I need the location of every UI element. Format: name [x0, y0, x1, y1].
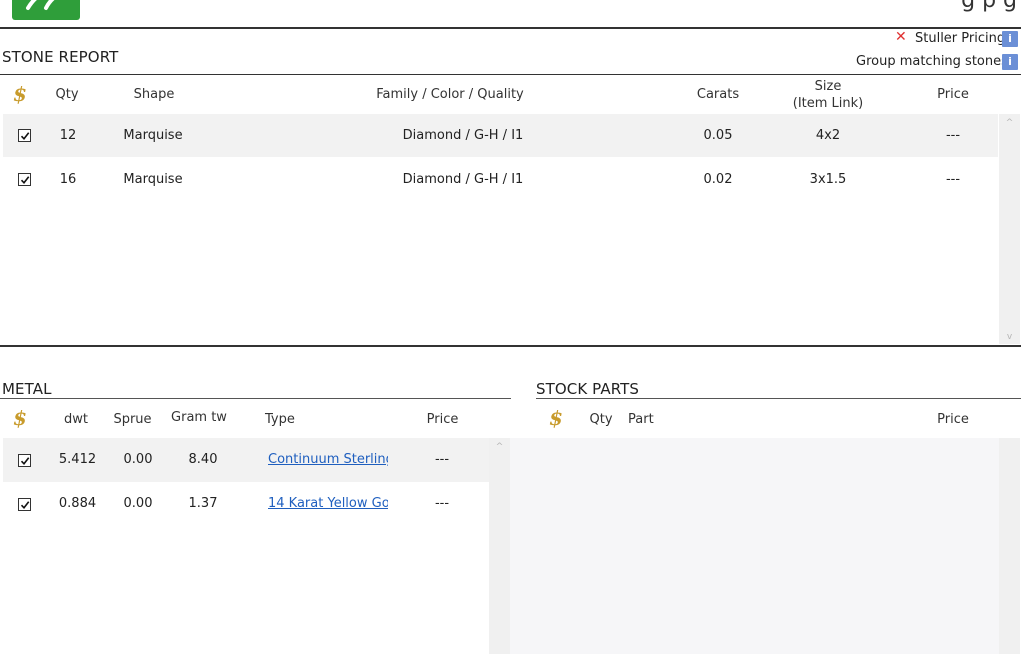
- metal-col-header-dwt: dwt: [64, 412, 88, 427]
- metal-row-gram-tw: 8.40: [188, 452, 218, 467]
- metal-col-header-sprue: Sprue: [113, 412, 152, 427]
- stone-list-scrollbar[interactable]: ^ v: [999, 114, 1020, 344]
- logo-mark-icon: [26, 0, 55, 10]
- col-header-carats: Carats: [696, 87, 740, 102]
- stuller-s-icon: $: [13, 82, 27, 106]
- stone-row-qty: 12: [59, 128, 77, 143]
- stuller-pricing-disabled-icon[interactable]: ✕: [895, 29, 907, 45]
- stone-row-size-link[interactable]: 4x2: [788, 128, 868, 143]
- col-header-size-line2: (Item Link): [792, 96, 864, 111]
- stone-row[interactable]: 12 Marquise Diamond / G-H / I1 0.05 4x2 …: [3, 114, 998, 157]
- checkmark-icon: [20, 175, 29, 184]
- stock-parts-list: [510, 438, 999, 654]
- metal-row-type-link[interactable]: Continuum Sterling: [268, 452, 388, 467]
- metal-row-sprue: 0.00: [123, 452, 153, 467]
- header-title-fragment: g p g: [961, 0, 1017, 13]
- stone-row-carats: 0.05: [703, 128, 733, 143]
- scroll-up-icon[interactable]: ^: [489, 442, 510, 452]
- scroll-down-icon[interactable]: v: [999, 332, 1020, 342]
- metal-row-price: ---: [434, 496, 450, 511]
- stone-row-price: ---: [945, 128, 961, 143]
- metal-row-dwt: 0.884: [58, 496, 97, 511]
- checkmark-icon: [20, 131, 29, 140]
- scroll-up-icon[interactable]: ^: [999, 118, 1020, 128]
- metal-row-checkbox[interactable]: [18, 498, 31, 511]
- col-header-family: Family / Color / Quality: [376, 87, 524, 102]
- group-matching-label: Group matching stones: [856, 54, 1008, 69]
- metal-list: 5.412 0.00 8.40 Continuum Sterling --- 0…: [3, 438, 489, 654]
- metal-row-sprue: 0.00: [123, 496, 153, 511]
- stone-row-family: Diamond / G-H / I1: [402, 128, 524, 143]
- metal-row-checkbox[interactable]: [18, 454, 31, 467]
- stone-row-size-link[interactable]: 3x1.5: [788, 172, 868, 187]
- stock-parts-scrollbar[interactable]: [999, 438, 1020, 654]
- stone-row-family: Diamond / G-H / I1: [402, 172, 524, 187]
- stone-row[interactable]: 16 Marquise Diamond / G-H / I1 0.02 3x1.…: [3, 157, 998, 200]
- stone-list: 12 Marquise Diamond / G-H / I1 0.05 4x2 …: [3, 114, 998, 344]
- metal-row[interactable]: 0.884 0.00 1.37 14 Karat Yellow Gol ---: [3, 482, 489, 526]
- metal-col-header-gram-tw: Gram tw: [171, 410, 227, 425]
- metal-row-dwt: 5.412: [58, 452, 97, 467]
- metal-row-type-link[interactable]: 14 Karat Yellow Gol: [268, 496, 388, 511]
- metal-title: METAL: [2, 380, 52, 398]
- stock-col-header-price: Price: [937, 412, 969, 427]
- stone-row-checkbox[interactable]: [18, 173, 31, 186]
- col-header-size-line1: Size: [814, 79, 842, 94]
- stuller-pricing-info-button[interactable]: i: [1002, 31, 1018, 47]
- stone-report-bottom-divider: [0, 345, 1021, 347]
- stone-report-title: STONE REPORT: [2, 48, 119, 66]
- stone-row-qty: 16: [59, 172, 77, 187]
- col-header-size: Size (Item Link): [788, 78, 868, 112]
- col-header-qty: Qty: [55, 87, 79, 102]
- metal-list-empty-area: [3, 526, 489, 654]
- metal-header-divider: [0, 398, 511, 399]
- stone-row-carats: 0.02: [703, 172, 733, 187]
- checkmark-icon: [20, 500, 29, 509]
- col-header-shape: Shape: [133, 87, 175, 102]
- stone-row-price: ---: [945, 172, 961, 187]
- stock-col-header-qty: Qty: [589, 412, 613, 427]
- stone-report-top-divider: [0, 27, 1021, 29]
- app-logo: [12, 0, 80, 20]
- checkmark-icon: [20, 456, 29, 465]
- metal-row-gram-tw: 1.37: [188, 496, 218, 511]
- metal-list-scrollbar[interactable]: ^: [489, 438, 510, 654]
- stuller-pricing-label: Stuller Pricing: [915, 31, 1006, 46]
- group-matching-info-button[interactable]: i: [1002, 54, 1018, 70]
- stock-parts-header-divider: [536, 398, 1021, 399]
- stone-row-shape: Marquise: [123, 172, 183, 187]
- stone-row-checkbox[interactable]: [18, 129, 31, 142]
- stock-col-header-part: Part: [628, 412, 654, 427]
- stone-row-shape: Marquise: [123, 128, 183, 143]
- stuller-s-icon: $: [13, 406, 27, 430]
- stock-parts-title: STOCK PARTS: [536, 380, 640, 398]
- stuller-s-icon: $: [549, 406, 563, 430]
- stone-report-header-divider: [0, 74, 1021, 75]
- metal-col-header-price: Price: [426, 412, 459, 427]
- metal-col-header-type: Type: [265, 412, 295, 427]
- metal-row[interactable]: 5.412 0.00 8.40 Continuum Sterling ---: [3, 438, 489, 482]
- metal-row-price: ---: [434, 452, 450, 467]
- col-header-price: Price: [937, 87, 969, 102]
